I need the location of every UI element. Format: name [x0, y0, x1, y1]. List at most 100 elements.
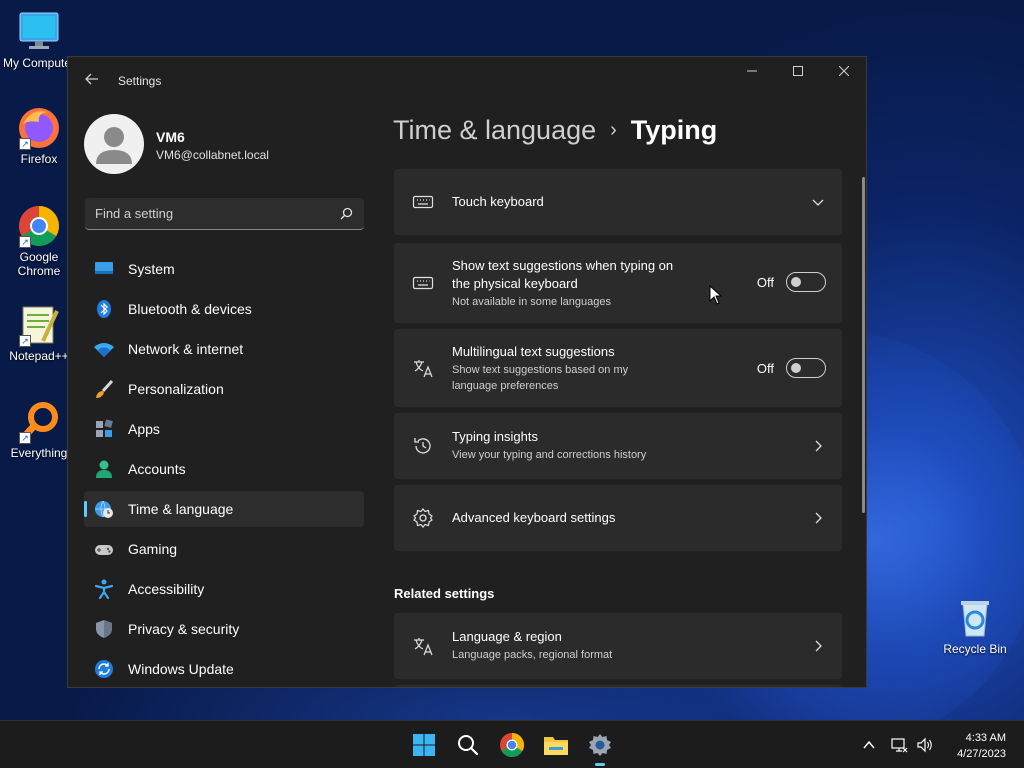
search-icon[interactable] — [338, 206, 354, 222]
start-button[interactable] — [408, 729, 440, 761]
sidebar-item-label: Accounts — [128, 461, 186, 477]
monitor-icon — [95, 262, 113, 274]
sidebar-item-gaming[interactable]: Gaming — [84, 531, 364, 567]
sidebar-item-label: Privacy & security — [128, 621, 240, 637]
person-icon — [96, 127, 132, 164]
sidebar-item-apps[interactable]: Apps — [84, 411, 364, 447]
window-title: Settings — [118, 74, 162, 88]
scrollbar[interactable] — [862, 177, 865, 513]
sidebar-item-network[interactable]: Network & internet — [84, 331, 364, 367]
taskbar-settings-button[interactable] — [584, 729, 616, 766]
text-suggestions-toggle[interactable] — [786, 272, 826, 292]
person-icon — [96, 460, 112, 478]
shortcut-arrow-icon: ↗ — [19, 236, 31, 248]
history-icon — [414, 438, 431, 454]
desktop-icon-recycle-bin[interactable]: Recycle Bin — [936, 596, 1014, 656]
shield-icon — [96, 620, 112, 638]
apps-icon — [96, 419, 113, 437]
toggle-state-label: Off — [756, 361, 774, 376]
typing-insights-card[interactable]: Typing insights View your typing and cor… — [394, 413, 842, 479]
breadcrumb: Time & language › Typing — [393, 115, 717, 146]
sidebar-item-accessibility[interactable]: Accessibility — [84, 571, 364, 607]
start-icon — [413, 734, 435, 756]
sidebar-item-label: Accessibility — [128, 581, 205, 597]
page-title: Typing — [630, 115, 718, 145]
maximize-button[interactable] — [775, 57, 821, 89]
chevron-up-icon[interactable] — [862, 738, 876, 752]
sidebar-item-system[interactable]: System — [84, 251, 364, 287]
keyboard-icon — [412, 276, 434, 290]
chevron-right-icon[interactable] — [812, 512, 824, 524]
related-settings-heading: Related settings — [394, 586, 495, 601]
language-icon — [414, 360, 433, 378]
clock[interactable]: 4:33 AM 4/27/2023 — [957, 730, 1006, 762]
clock-time: 4:33 AM — [965, 732, 1006, 744]
minimize-button[interactable] — [729, 57, 775, 89]
sidebar-item-label: Gaming — [128, 541, 178, 557]
touch-keyboard-card[interactable]: Touch keyboard — [394, 169, 842, 235]
sidebar-item-label: Personalization — [128, 381, 224, 397]
network-icon[interactable] — [890, 736, 908, 754]
sidebar-item-personalization[interactable]: Personalization — [84, 371, 364, 407]
avatar[interactable] — [84, 114, 144, 174]
breadcrumb-separator: › — [610, 119, 617, 141]
chevron-right-icon[interactable] — [812, 640, 824, 652]
file-explorer-icon — [544, 737, 568, 755]
card-subtitle: View your typing and corrections history — [452, 449, 647, 461]
sidebar-item-label: Time & language — [128, 501, 234, 517]
update-icon — [95, 660, 113, 678]
sidebar-item-label: Apps — [128, 421, 160, 437]
monitor-icon — [17, 10, 61, 54]
bluetooth-icon — [97, 300, 111, 318]
firefox-icon: ↗ — [17, 106, 61, 150]
card-subtitle: Language packs, regional format — [452, 649, 613, 661]
keyboard-icon — [412, 195, 434, 209]
language-region-card[interactable]: Language & region Language packs, region… — [394, 613, 842, 679]
clock-date: 4/27/2023 — [957, 748, 1006, 760]
breadcrumb-parent[interactable]: Time & language — [393, 115, 596, 145]
notepadpp-icon: ↗ — [17, 303, 61, 347]
magnifier-icon: ↗ — [17, 400, 61, 444]
shortcut-arrow-icon: ↗ — [19, 335, 31, 347]
chevron-down-icon[interactable] — [812, 196, 824, 208]
multilingual-toggle[interactable] — [786, 358, 826, 378]
recycle-bin-icon — [953, 596, 997, 640]
taskbar: 4:33 AM 4/27/2023 — [0, 720, 1024, 768]
search-input[interactable] — [85, 198, 325, 229]
sidebar-item-bluetooth[interactable]: Bluetooth & devices — [84, 291, 364, 327]
sidebar-item-time-language[interactable]: Time & language — [84, 491, 364, 527]
taskbar-chrome-button[interactable] — [496, 729, 528, 761]
brush-icon — [96, 379, 114, 398]
taskbar-file-explorer-button[interactable] — [540, 729, 572, 761]
advanced-keyboard-card[interactable]: Advanced keyboard settings — [394, 485, 842, 551]
card-subtitle: Show text suggestions based on my langua… — [452, 364, 629, 392]
chevron-right-icon[interactable] — [812, 440, 824, 452]
back-arrow-icon[interactable] — [82, 71, 102, 91]
title-bar[interactable]: Settings — [68, 57, 866, 105]
settings-icon — [589, 734, 611, 756]
system-tray — [858, 721, 948, 768]
card-title: Typing insights — [452, 429, 538, 444]
taskbar-search-button[interactable] — [452, 729, 484, 761]
sidebar-item-windows-update[interactable]: Windows Update — [84, 651, 364, 687]
accessibility-icon — [94, 579, 114, 599]
toggle-state-label: Off — [756, 275, 774, 290]
settings-window: Settings VM6 VM6@collabnet.local Find a … — [67, 56, 867, 688]
toggle-knob — [791, 363, 801, 373]
user-email: VM6@collabnet.local — [156, 148, 269, 162]
next-card-edge — [394, 685, 842, 687]
globe-clock-icon — [95, 500, 113, 518]
search-box[interactable] — [85, 198, 364, 230]
shortcut-arrow-icon: ↗ — [19, 432, 31, 444]
sidebar-item-label: Network & internet — [128, 341, 244, 357]
card-title: Advanced keyboard settings — [452, 510, 616, 525]
volume-icon[interactable] — [916, 736, 934, 754]
sidebar-item-accounts[interactable]: Accounts — [84, 451, 364, 487]
close-button[interactable] — [821, 57, 866, 89]
sidebar-item-label: Windows Update — [128, 661, 234, 677]
desktop-icon-label: Recycle Bin — [943, 642, 1007, 656]
sidebar-item-privacy[interactable]: Privacy & security — [84, 611, 364, 647]
card-title: Multilingual text suggestions — [452, 344, 615, 359]
multilingual-suggestions-card: Multilingual text suggestions Show text … — [394, 329, 842, 407]
toggle-knob — [791, 277, 801, 287]
